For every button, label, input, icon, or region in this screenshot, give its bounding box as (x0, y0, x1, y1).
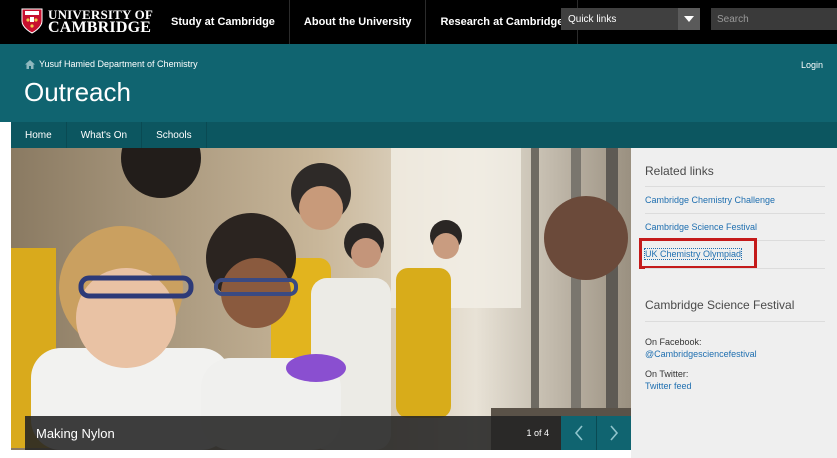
twitter-link[interactable]: Twitter feed (645, 381, 825, 391)
carousel-photo (11, 148, 631, 450)
carousel-caption[interactable]: Making Nylon (25, 426, 526, 441)
section-navigation: Home What's On Schools (11, 122, 837, 148)
topnav-study[interactable]: Study at Cambridge (157, 0, 290, 44)
facebook-link[interactable]: @Cambridgesciencefestival (645, 349, 825, 359)
link-science-festival[interactable]: Cambridge Science Festival (645, 222, 825, 232)
sidebar: Related links Cambridge Chemistry Challe… (631, 148, 837, 458)
divider (645, 186, 825, 187)
topnav-about[interactable]: About the University (290, 0, 427, 44)
quick-links-dropdown[interactable]: Quick links (561, 8, 700, 30)
login-link[interactable]: Login (801, 60, 823, 70)
top-bar: UNIVERSITY OF CAMBRIDGE Study at Cambrid… (0, 0, 837, 44)
university-logo[interactable]: UNIVERSITY OF CAMBRIDGE (21, 6, 153, 36)
nav-whats-on[interactable]: What's On (67, 122, 143, 148)
link-chemistry-challenge[interactable]: Cambridge Chemistry Challenge (645, 195, 825, 205)
carousel-prev-button[interactable] (561, 416, 596, 450)
breadcrumb-department[interactable]: Yusuf Hamied Department of Chemistry (39, 59, 198, 69)
divider (645, 268, 825, 269)
link-chemistry-olympiad-label[interactable]: UK Chemistry Olympiad (643, 248, 743, 260)
breadcrumb[interactable]: Yusuf Hamied Department of Chemistry (25, 59, 198, 69)
top-navigation: Study at Cambridge About the University … (157, 0, 579, 44)
festival-heading: Cambridge Science Festival (645, 298, 795, 312)
site-header: Yusuf Hamied Department of Chemistry Out… (0, 44, 837, 122)
quick-links-label: Quick links (568, 13, 617, 25)
home-icon (25, 59, 35, 69)
facebook-label: On Facebook: (645, 337, 702, 347)
university-name: UNIVERSITY OF CAMBRIDGE (48, 8, 153, 36)
link-chemistry-olympiad[interactable]: UK Chemistry Olympiad (643, 248, 743, 260)
carousel-caption-bar: Making Nylon 1 of 4 (25, 416, 631, 450)
nav-home[interactable]: Home (11, 122, 67, 148)
page-title: Outreach (24, 77, 131, 107)
chevron-left-icon (574, 425, 583, 441)
carousel-next-button[interactable] (596, 416, 631, 450)
related-links-heading: Related links (645, 164, 714, 178)
cambridge-crest-icon (21, 8, 43, 34)
university-name-line2: CAMBRIDGE (48, 19, 152, 36)
dropdown-arrow-icon[interactable] (678, 8, 700, 30)
search-input[interactable] (711, 8, 837, 30)
chevron-right-icon (610, 425, 619, 441)
search-box (711, 8, 837, 30)
nav-schools[interactable]: Schools (142, 122, 207, 148)
slide-counter: 1 of 4 (526, 428, 549, 438)
topnav-research[interactable]: Research at Cambridge (426, 0, 579, 44)
divider (645, 321, 825, 322)
twitter-label: On Twitter: (645, 369, 689, 379)
image-carousel: Making Nylon 1 of 4 (11, 148, 631, 450)
divider (645, 213, 825, 214)
